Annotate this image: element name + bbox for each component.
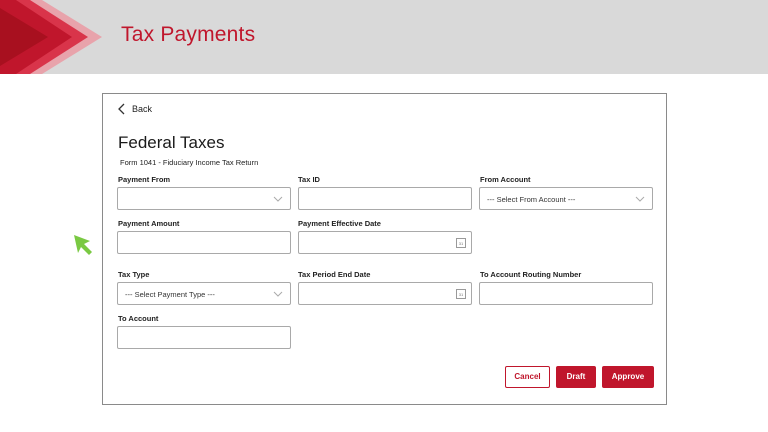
from-account-value: --- Select From Account --- bbox=[487, 195, 576, 204]
payment-effective-date-input[interactable]: 31 bbox=[298, 231, 472, 254]
from-account-select[interactable]: --- Select From Account --- bbox=[479, 187, 653, 210]
tax-type-value: --- Select Payment Type --- bbox=[125, 290, 215, 299]
approve-button[interactable]: Approve bbox=[602, 366, 654, 388]
tax-type-select[interactable]: --- Select Payment Type --- bbox=[117, 282, 291, 305]
form-subtitle: Form 1041 - Fiduciary Income Tax Return bbox=[120, 158, 259, 167]
tax-period-end-date-input[interactable]: 31 bbox=[298, 282, 472, 305]
to-account-input[interactable] bbox=[117, 326, 291, 349]
to-account-routing-number-input[interactable] bbox=[479, 282, 653, 305]
tax-period-end-date-label: Tax Period End Date bbox=[298, 270, 371, 279]
back-label: Back bbox=[132, 104, 153, 114]
chevron-down-icon bbox=[273, 196, 283, 202]
tax-type-label: Tax Type bbox=[118, 270, 150, 279]
page-title: Tax Payments bbox=[121, 23, 256, 46]
form-title: Federal Taxes bbox=[118, 133, 225, 152]
to-account-routing-number-label: To Account Routing Number bbox=[480, 270, 582, 279]
payment-amount-input[interactable] bbox=[117, 231, 291, 254]
page-header: Tax Payments bbox=[0, 0, 768, 74]
chevron-left-icon bbox=[118, 103, 125, 115]
mouse-pointer-icon bbox=[74, 235, 92, 255]
chevron-down-icon bbox=[273, 291, 283, 297]
calendar-icon[interactable]: 31 bbox=[456, 289, 466, 299]
from-account-label: From Account bbox=[480, 175, 531, 184]
brand-chevron-logo bbox=[0, 0, 102, 74]
tax-id-input[interactable] bbox=[298, 187, 472, 210]
payment-from-label: Payment From bbox=[118, 175, 171, 184]
payment-amount-label: Payment Amount bbox=[118, 219, 180, 228]
tax-id-label: Tax ID bbox=[298, 175, 320, 184]
calendar-icon[interactable]: 31 bbox=[456, 238, 466, 248]
to-account-label: To Account bbox=[118, 314, 159, 323]
payment-from-select[interactable] bbox=[117, 187, 291, 210]
draft-button[interactable]: Draft bbox=[556, 366, 596, 388]
cancel-button[interactable]: Cancel bbox=[505, 366, 550, 388]
tax-payment-form: Back Federal Taxes Form 1041 - Fiduciary… bbox=[102, 93, 667, 405]
back-link[interactable]: Back bbox=[115, 102, 152, 116]
chevron-down-icon bbox=[635, 196, 645, 202]
payment-effective-date-label: Payment Effective Date bbox=[298, 219, 381, 228]
